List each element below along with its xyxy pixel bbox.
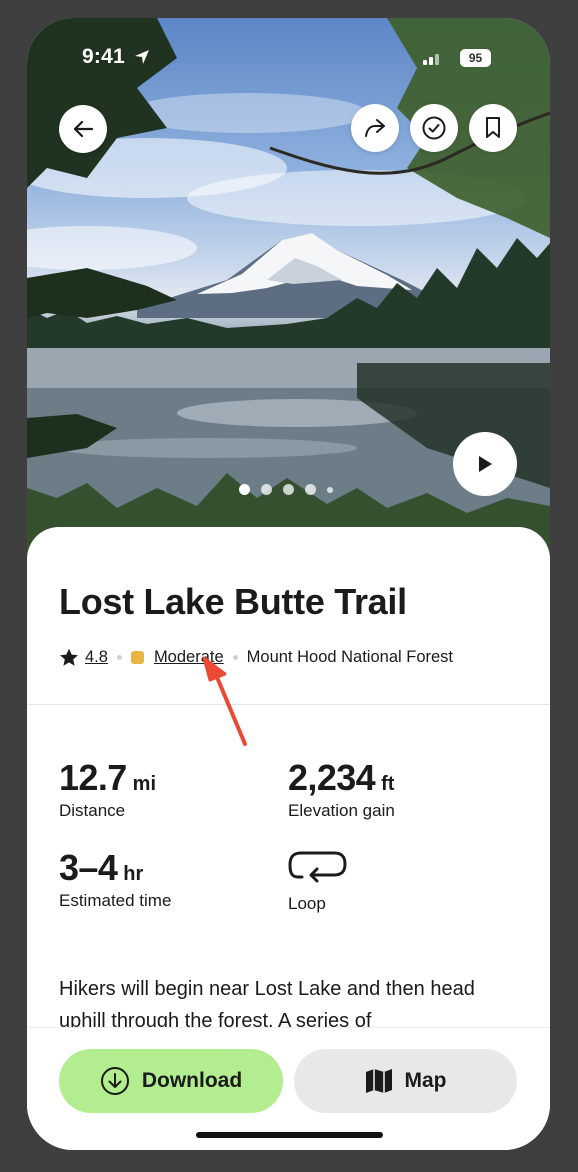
elevation-unit: ft [381, 773, 395, 795]
carousel-dot[interactable] [239, 484, 250, 495]
hero-photo[interactable]: 9:41 95 [27, 18, 550, 558]
map-icon [365, 1069, 392, 1093]
rating-link[interactable]: 4.8 [85, 648, 108, 667]
time-unit: hr [123, 863, 144, 885]
divider [27, 704, 550, 705]
bottom-action-bar: Download Map [27, 1028, 550, 1150]
time-label: Estimated time [59, 891, 172, 910]
time-value: 3–4 [59, 847, 118, 888]
stat-route-type: Loop [288, 848, 348, 914]
elevation-label: Elevation gain [288, 801, 395, 820]
carousel-dot[interactable] [261, 484, 272, 495]
loop-icon [288, 851, 347, 883]
back-button[interactable] [59, 105, 107, 153]
check-circle-icon [422, 116, 446, 140]
route-type-label: Loop [288, 894, 326, 913]
stat-elevation: 2,234 ft Elevation gain [288, 757, 395, 821]
elevation-value: 2,234 [288, 757, 376, 798]
carousel-dot[interactable] [327, 486, 333, 493]
carousel-dot[interactable] [305, 484, 316, 495]
bookmark-icon [486, 117, 500, 138]
home-indicator [196, 1132, 383, 1138]
location-arrow-icon [135, 50, 149, 64]
phone-screen: 9:41 95 Lost Lake Butte Trail 4.8 Modera… [27, 18, 550, 1150]
difficulty-indicator [130, 651, 144, 664]
play-icon [479, 456, 492, 472]
carousel-indicator[interactable] [239, 484, 333, 495]
download-button[interactable]: Download [59, 1049, 283, 1113]
carousel-dot[interactable] [283, 484, 294, 495]
distance-unit: mi [132, 773, 157, 795]
separator-dot [232, 655, 238, 660]
separator-dot [116, 655, 122, 660]
download-icon [100, 1067, 129, 1095]
difficulty-link[interactable]: Moderate [154, 648, 224, 667]
stat-distance: 12.7 mi Distance [59, 757, 156, 821]
star-icon [60, 648, 78, 666]
bookmark-button[interactable] [469, 104, 517, 152]
signal-icon [423, 54, 439, 65]
share-icon [365, 119, 385, 137]
status-time: 9:41 [82, 45, 125, 68]
distance-value: 12.7 [59, 757, 127, 798]
trail-location[interactable]: Mount Hood National Forest [247, 648, 453, 667]
download-label: Download [141, 1069, 243, 1092]
play-video-button[interactable] [453, 432, 517, 496]
share-button[interactable] [351, 104, 399, 152]
map-label: Map [404, 1069, 447, 1092]
battery-level: 95 [460, 49, 491, 67]
mark-completed-button[interactable] [410, 104, 458, 152]
trail-title: Lost Lake Butte Trail [59, 581, 407, 622]
distance-label: Distance [59, 801, 126, 820]
stat-time: 3–4 hr Estimated time [59, 847, 171, 911]
arrow-left-icon [73, 120, 94, 138]
map-button[interactable]: Map [294, 1049, 517, 1113]
trail-meta-row: 4.8 Moderate Mount Hood National Forest [59, 648, 453, 667]
